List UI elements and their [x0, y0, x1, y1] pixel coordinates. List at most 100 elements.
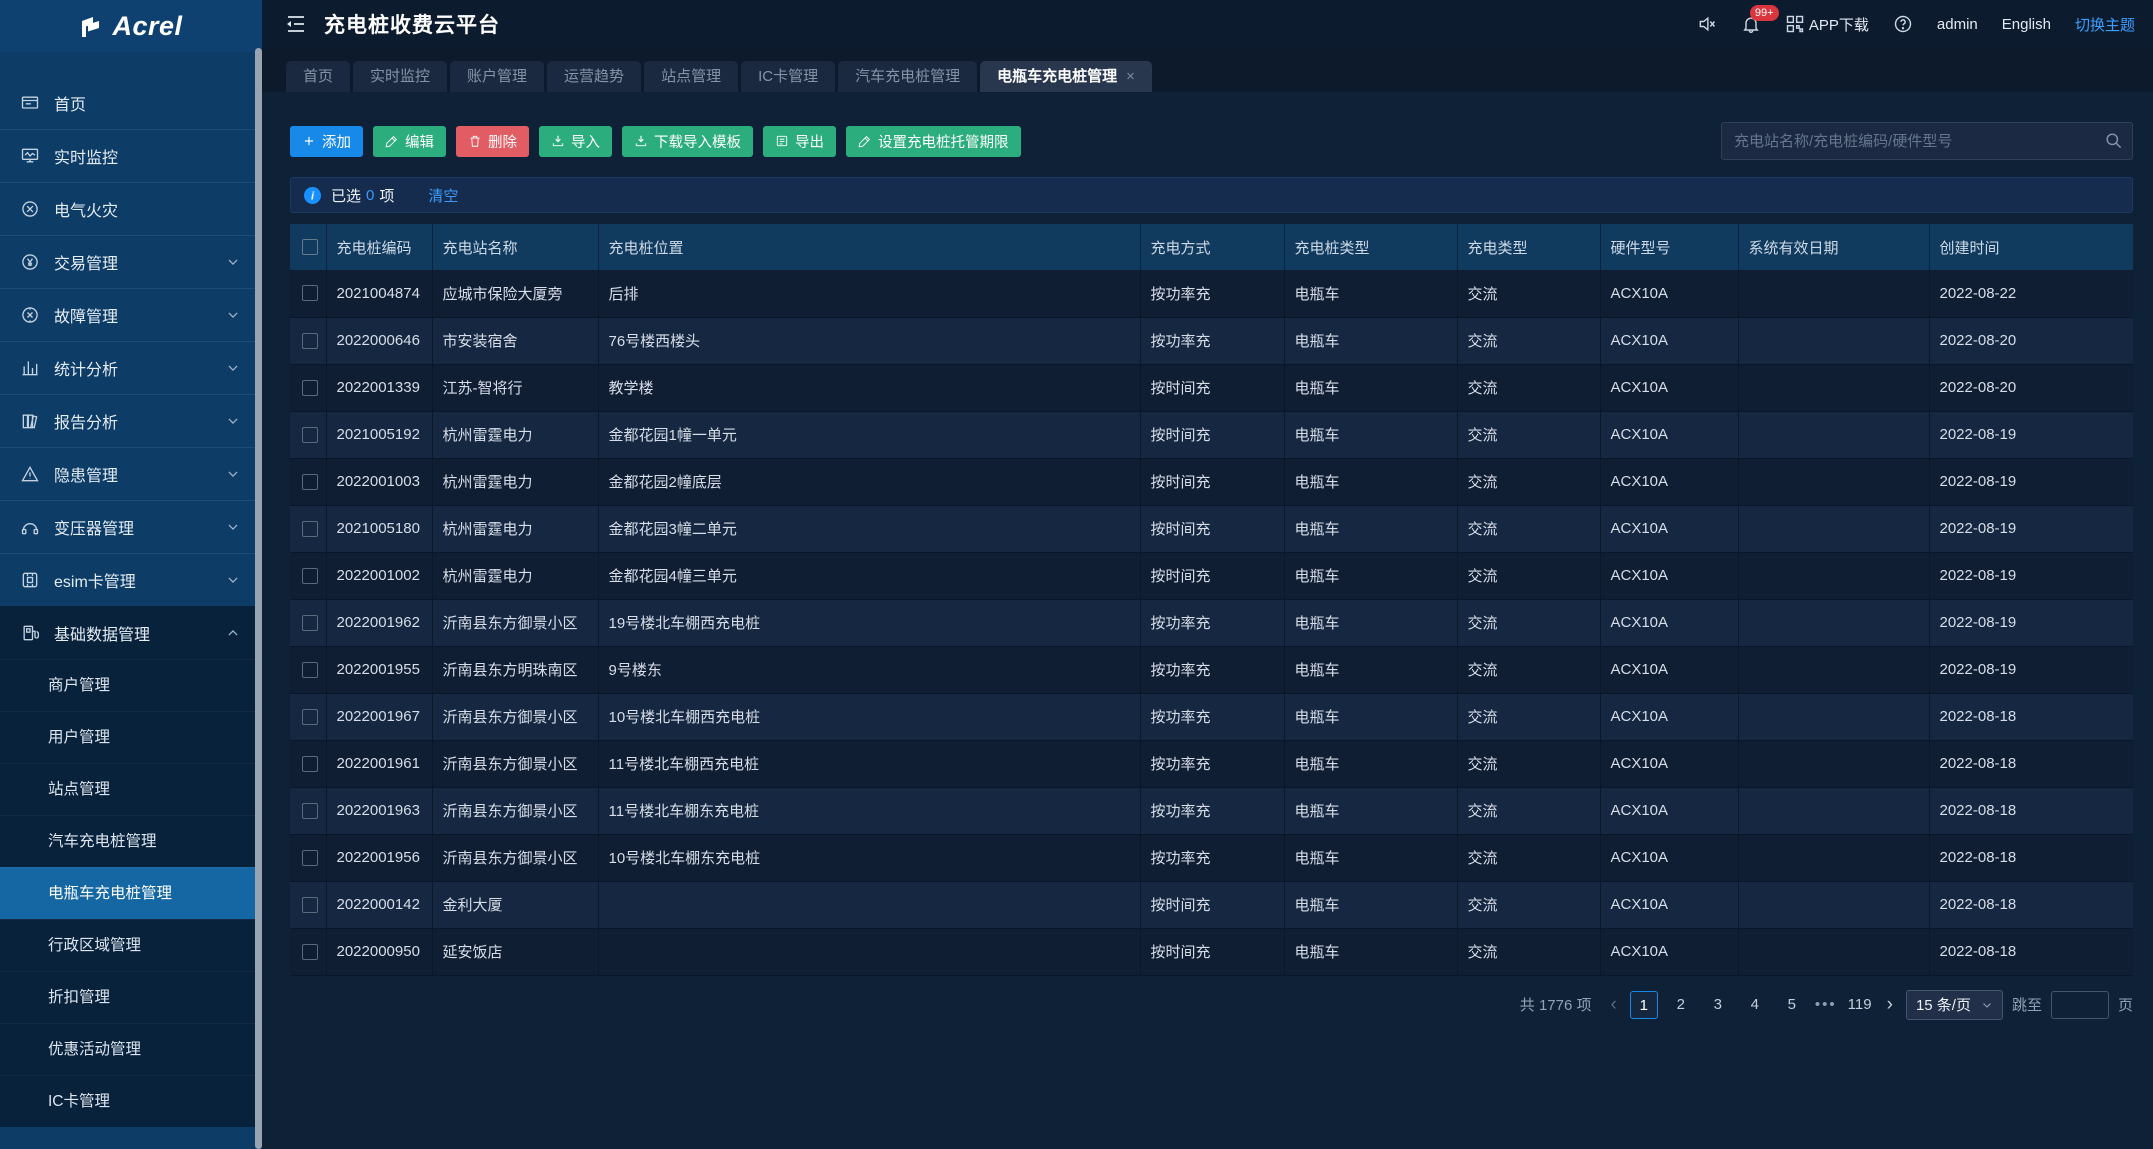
search-input[interactable] [1721, 122, 2133, 160]
theme-switch-link[interactable]: 切换主题 [2075, 14, 2135, 35]
page-2[interactable]: 2 [1667, 991, 1695, 1019]
chevron-down-icon [1981, 999, 1993, 1011]
sidebar-item-站点管理[interactable]: 站点管理 [0, 763, 262, 815]
table-cell: 2021005180 [326, 505, 432, 552]
sidebar-item-IC卡管理[interactable]: IC卡管理 [0, 1075, 262, 1127]
table-cell: ACX10A [1600, 552, 1738, 599]
row-checkbox[interactable] [302, 803, 318, 819]
page-1[interactable]: 1 [1630, 991, 1658, 1019]
page-ellipsis[interactable]: ••• [1815, 996, 1837, 1013]
添加-button[interactable]: 添加 [290, 126, 363, 157]
table-cell [1738, 928, 1929, 975]
sidebar-item-用户管理[interactable]: 用户管理 [0, 711, 262, 763]
sidebar-item-商户管理[interactable]: 商户管理 [0, 659, 262, 711]
select-all-checkbox[interactable] [302, 239, 318, 255]
transformer-icon [20, 517, 40, 537]
collapse-sidebar-icon[interactable] [284, 12, 308, 36]
page-4[interactable]: 4 [1741, 991, 1769, 1019]
page-size-select[interactable]: 15 条/页 [1906, 990, 2003, 1020]
table-cell: 2022001003 [326, 458, 432, 505]
help-icon[interactable] [1893, 14, 1913, 34]
search-icon[interactable] [2104, 131, 2123, 150]
button-label: 编辑 [405, 131, 434, 152]
tab-运营趋势[interactable]: 运营趋势 [547, 61, 641, 92]
table-cell: 电瓶车 [1284, 740, 1457, 787]
row-checkbox[interactable] [302, 521, 318, 537]
mute-icon[interactable] [1697, 14, 1717, 34]
jump-suffix: 页 [2118, 994, 2133, 1015]
column-header-硬件型号: 硬件型号 [1600, 224, 1738, 270]
esim-icon [20, 570, 40, 590]
app-download[interactable]: APP下载 [1785, 14, 1869, 35]
row-checkbox[interactable] [302, 568, 318, 584]
next-page-icon[interactable]: › [1883, 992, 1897, 1018]
table-cell [1738, 834, 1929, 881]
sidebar-item-实时监控[interactable]: 实时监控 [0, 129, 262, 182]
sidebar-item-优惠活动管理[interactable]: 优惠活动管理 [0, 1023, 262, 1075]
sidebar-item-汽车充电桩管理[interactable]: 汽车充电桩管理 [0, 815, 262, 867]
table-cell: 2022-08-18 [1929, 881, 2133, 928]
sidebar-item-label: 变压器管理 [54, 515, 226, 539]
page-5[interactable]: 5 [1778, 991, 1806, 1019]
close-tab-icon[interactable]: × [1126, 61, 1135, 92]
sidebar-item-电气火灾[interactable]: 电气火灾 [0, 182, 262, 235]
row-checkbox[interactable] [302, 474, 318, 490]
tab-首页[interactable]: 首页 [286, 61, 350, 92]
row-checkbox[interactable] [302, 662, 318, 678]
删除-button[interactable]: 删除 [456, 126, 529, 157]
row-checkbox[interactable] [302, 285, 318, 301]
tab-IC卡管理[interactable]: IC卡管理 [741, 61, 835, 92]
app-download-icon [1785, 14, 1805, 34]
table-cell: ACX10A [1600, 505, 1738, 552]
notification-bell-icon[interactable]: 99+ [1741, 14, 1761, 34]
sidebar-item-报告分析[interactable]: 报告分析 [0, 394, 262, 447]
table-row: 2021005192杭州雷霆电力金都花园1幢一单元按时间充电瓶车交流ACX10A… [290, 411, 2133, 458]
sidebar-item-基础数据管理[interactable]: 基础数据管理 [0, 606, 262, 659]
user-menu[interactable]: admin [1937, 16, 1978, 33]
table-cell [1738, 458, 1929, 505]
tab-汽车充电桩管理[interactable]: 汽车充电桩管理 [838, 61, 977, 92]
row-checkbox[interactable] [302, 427, 318, 443]
tab-实时监控[interactable]: 实时监控 [353, 61, 447, 92]
sidebar-item-首页[interactable]: 首页 [0, 76, 262, 129]
sidebar-item-交易管理[interactable]: 交易管理 [0, 235, 262, 288]
row-checkbox[interactable] [302, 709, 318, 725]
sidebar-item-折扣管理[interactable]: 折扣管理 [0, 971, 262, 1023]
jump-page-input[interactable] [2051, 991, 2109, 1019]
sidebar-scrollbar[interactable] [255, 48, 262, 1149]
sidebar-item-行政区域管理[interactable]: 行政区域管理 [0, 919, 262, 971]
设置充电桩托管期限-button[interactable]: 设置充电桩托管期限 [846, 126, 1021, 157]
table-cell: 76号楼西楼头 [598, 317, 1140, 364]
tab-电瓶车充电桩管理[interactable]: 电瓶车充电桩管理× [980, 61, 1152, 92]
sidebar-item-变压器管理[interactable]: 变压器管理 [0, 500, 262, 553]
sidebar-item-esim卡管理[interactable]: esim卡管理 [0, 553, 262, 606]
clear-selection-link[interactable]: 清空 [428, 185, 458, 206]
table-cell: 电瓶车 [1284, 599, 1457, 646]
row-checkbox[interactable] [302, 380, 318, 396]
sidebar-item-label: 隐患管理 [54, 462, 226, 486]
row-checkbox-cell [290, 411, 326, 458]
row-checkbox[interactable] [302, 850, 318, 866]
导入-button[interactable]: 导入 [539, 126, 612, 157]
导出-button[interactable]: 导出 [763, 126, 836, 157]
sidebar-item-统计分析[interactable]: 统计分析 [0, 341, 262, 394]
tab-账户管理[interactable]: 账户管理 [450, 61, 544, 92]
page-3[interactable]: 3 [1704, 991, 1732, 1019]
language-switch[interactable]: English [2002, 16, 2051, 33]
row-checkbox[interactable] [302, 944, 318, 960]
sidebar-item-电瓶车充电桩管理[interactable]: 电瓶车充电桩管理 [0, 867, 262, 919]
row-checkbox[interactable] [302, 615, 318, 631]
table-cell: 应城市保险大厦旁 [432, 270, 598, 317]
row-checkbox[interactable] [302, 333, 318, 349]
prev-page-icon[interactable]: ‹ [1607, 992, 1621, 1018]
sidebar-item-隐患管理[interactable]: 隐患管理 [0, 447, 262, 500]
row-checkbox[interactable] [302, 756, 318, 772]
table-cell: 杭州雷霆电力 [432, 458, 598, 505]
page-119[interactable]: 119 [1846, 991, 1874, 1019]
tab-站点管理[interactable]: 站点管理 [644, 61, 738, 92]
编辑-button[interactable]: 编辑 [373, 126, 446, 157]
table-cell: 电瓶车 [1284, 928, 1457, 975]
row-checkbox[interactable] [302, 897, 318, 913]
下载导入模板-button[interactable]: 下载导入模板 [622, 126, 753, 157]
sidebar-item-故障管理[interactable]: 故障管理 [0, 288, 262, 341]
